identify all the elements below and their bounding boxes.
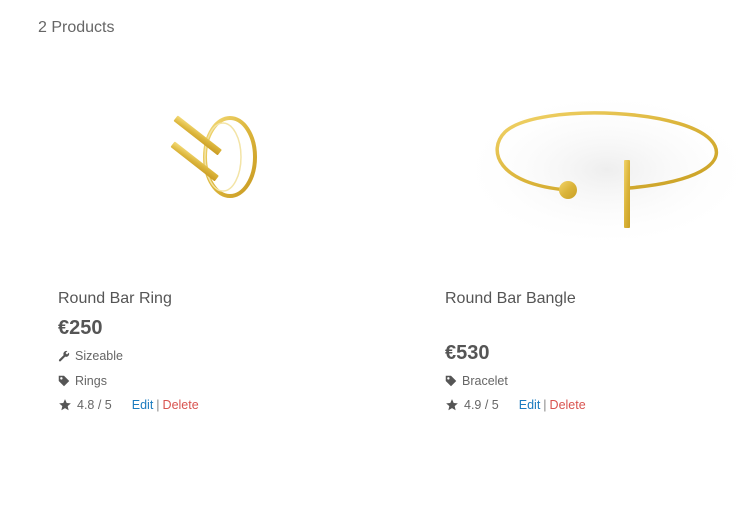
attribute-label: Sizeable: [75, 349, 123, 363]
star-icon: [446, 399, 458, 411]
separator: |: [543, 398, 547, 412]
separator: |: [156, 398, 160, 412]
product-price: €250: [58, 317, 103, 339]
product-price: €530: [445, 342, 490, 364]
tag-icon: [58, 375, 70, 387]
edit-link[interactable]: Edit: [519, 398, 541, 412]
category-label: Rings: [75, 374, 107, 388]
product-name[interactable]: Round Bar Bangle: [445, 290, 576, 308]
tag-icon: [445, 375, 457, 387]
category-label: Bracelet: [462, 374, 508, 388]
product-attribute: Sizeable: [58, 349, 123, 363]
product-image[interactable]: [407, 60, 743, 260]
star-icon: [59, 399, 71, 411]
product-image[interactable]: [20, 60, 380, 260]
product-count: 2 Products: [38, 19, 115, 36]
rating-value: 4.9 / 5: [464, 398, 499, 412]
product-category: Bracelet: [445, 374, 508, 388]
delete-link[interactable]: Delete: [550, 398, 586, 412]
edit-link[interactable]: Edit: [132, 398, 154, 412]
product-name[interactable]: Round Bar Ring: [58, 290, 172, 308]
rating-value: 4.8 / 5: [77, 398, 112, 412]
product-category: Rings: [58, 374, 107, 388]
product-rating: 4.9 / 5 Edit | Delete: [445, 398, 586, 412]
product-rating: 4.8 / 5 Edit | Delete: [58, 398, 199, 412]
delete-link[interactable]: Delete: [163, 398, 199, 412]
wrench-icon: [58, 350, 70, 362]
